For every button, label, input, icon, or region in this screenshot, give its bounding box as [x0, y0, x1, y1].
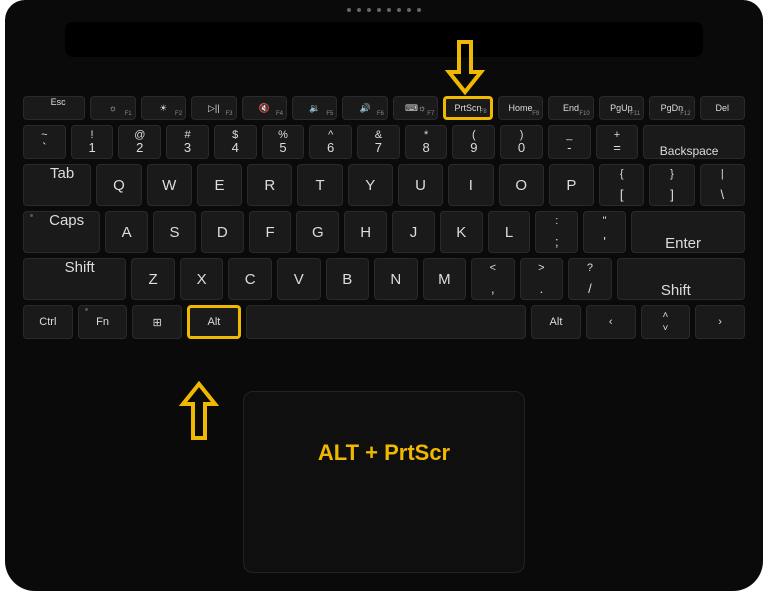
- key-shift-left[interactable]: Shift: [23, 258, 126, 300]
- key-u[interactable]: U: [398, 164, 443, 206]
- key-=[interactable]: +=: [596, 125, 639, 159]
- key-punct[interactable]: <,: [471, 258, 515, 300]
- shortcut-caption: ALT + PrtScr: [318, 440, 450, 466]
- key-fn1[interactable]: ☼F1: [90, 96, 135, 120]
- tablet-slot: [65, 22, 703, 57]
- keyboard-body: Esc☼F1☀F2▷||F3🔇F4🔉F5🔊F6⌨☼F7PrtScnF8HomeF…: [5, 0, 763, 591]
- key-caps[interactable]: Caps: [23, 211, 100, 253]
- key-punct[interactable]: "': [583, 211, 626, 253]
- key-0[interactable]: )0: [500, 125, 543, 159]
- key-a[interactable]: A: [105, 211, 148, 253]
- key-fn6[interactable]: 🔊F6: [342, 96, 387, 120]
- key-d[interactable]: D: [201, 211, 244, 253]
- arrow-down-icon: [445, 40, 485, 96]
- key-7[interactable]: &7: [357, 125, 400, 159]
- key-g[interactable]: G: [296, 211, 339, 253]
- trackpad[interactable]: [243, 391, 525, 573]
- key-fn3[interactable]: ▷||F3: [191, 96, 236, 120]
- key-punct[interactable]: :;: [535, 211, 578, 253]
- hinge-dots: [347, 8, 421, 12]
- key-n[interactable]: N: [374, 258, 418, 300]
- key-c[interactable]: C: [228, 258, 272, 300]
- key-4[interactable]: $4: [214, 125, 257, 159]
- arrow-up-icon: [179, 380, 219, 440]
- key-fn5[interactable]: 🔉F5: [292, 96, 337, 120]
- key-z[interactable]: Z: [131, 258, 175, 300]
- key-l[interactable]: L: [488, 211, 531, 253]
- key-fn2[interactable]: ☀F2: [141, 96, 186, 120]
- key-updown[interactable]: ˄˅: [641, 305, 691, 339]
- key-x[interactable]: X: [180, 258, 224, 300]
- key-windows[interactable]: ⊞: [132, 305, 182, 339]
- key-punct[interactable]: ?/: [568, 258, 612, 300]
- key-s[interactable]: S: [153, 211, 196, 253]
- key-left[interactable]: ‹: [586, 305, 636, 339]
- key-t[interactable]: T: [297, 164, 342, 206]
- key-h[interactable]: H: [344, 211, 387, 253]
- key-bracket[interactable]: |\: [700, 164, 745, 206]
- key-shift-right[interactable]: Shift: [617, 258, 745, 300]
- key-v[interactable]: V: [277, 258, 321, 300]
- key-f[interactable]: F: [249, 211, 292, 253]
- key-p[interactable]: P: [549, 164, 594, 206]
- key-i[interactable]: I: [448, 164, 493, 206]
- key-fn7[interactable]: ⌨☼F7: [393, 96, 438, 120]
- key-3[interactable]: #3: [166, 125, 209, 159]
- key-q[interactable]: Q: [96, 164, 141, 206]
- key-alt-left[interactable]: Alt: [187, 305, 241, 339]
- key-ctrl[interactable]: Ctrl: [23, 305, 73, 339]
- key-tab[interactable]: Tab: [23, 164, 91, 206]
- key-5[interactable]: %5: [262, 125, 305, 159]
- key-8[interactable]: *8: [405, 125, 448, 159]
- key-bracket[interactable]: {[: [599, 164, 644, 206]
- key-1[interactable]: !1: [71, 125, 114, 159]
- key-`[interactable]: ~`: [23, 125, 66, 159]
- key-pgdn[interactable]: PgDnF12: [649, 96, 694, 120]
- key-alt-right[interactable]: Alt: [531, 305, 581, 339]
- key-esc[interactable]: Esc: [23, 96, 85, 120]
- key-2[interactable]: @2: [118, 125, 161, 159]
- key-j[interactable]: J: [392, 211, 435, 253]
- key-r[interactable]: R: [247, 164, 292, 206]
- key-o[interactable]: O: [499, 164, 544, 206]
- key--[interactable]: _-: [548, 125, 591, 159]
- key-e[interactable]: E: [197, 164, 242, 206]
- key-del[interactable]: Del: [700, 96, 745, 120]
- key-m[interactable]: M: [423, 258, 467, 300]
- key-prtscn[interactable]: PrtScnF8: [443, 96, 492, 120]
- key-grid: Esc☼F1☀F2▷||F3🔇F4🔉F5🔊F6⌨☼F7PrtScnF8HomeF…: [23, 96, 745, 344]
- key-9[interactable]: (9: [452, 125, 495, 159]
- key-bracket[interactable]: }]: [649, 164, 694, 206]
- key-punct[interactable]: >.: [520, 258, 564, 300]
- key-w[interactable]: W: [147, 164, 192, 206]
- key-fn[interactable]: Fn: [78, 305, 128, 339]
- key-home[interactable]: HomeF9: [498, 96, 543, 120]
- key-6[interactable]: ^6: [309, 125, 352, 159]
- key-k[interactable]: K: [440, 211, 483, 253]
- key-enter[interactable]: Enter: [631, 211, 745, 253]
- key-end[interactable]: EndF10: [548, 96, 593, 120]
- key-right[interactable]: ›: [695, 305, 745, 339]
- key-pgup[interactable]: PgUpF11: [599, 96, 644, 120]
- key-fn4[interactable]: 🔇F4: [242, 96, 287, 120]
- key-backspace[interactable]: Backspace: [643, 125, 745, 159]
- key-b[interactable]: B: [326, 258, 370, 300]
- key-y[interactable]: Y: [348, 164, 393, 206]
- key-space[interactable]: [246, 305, 526, 339]
